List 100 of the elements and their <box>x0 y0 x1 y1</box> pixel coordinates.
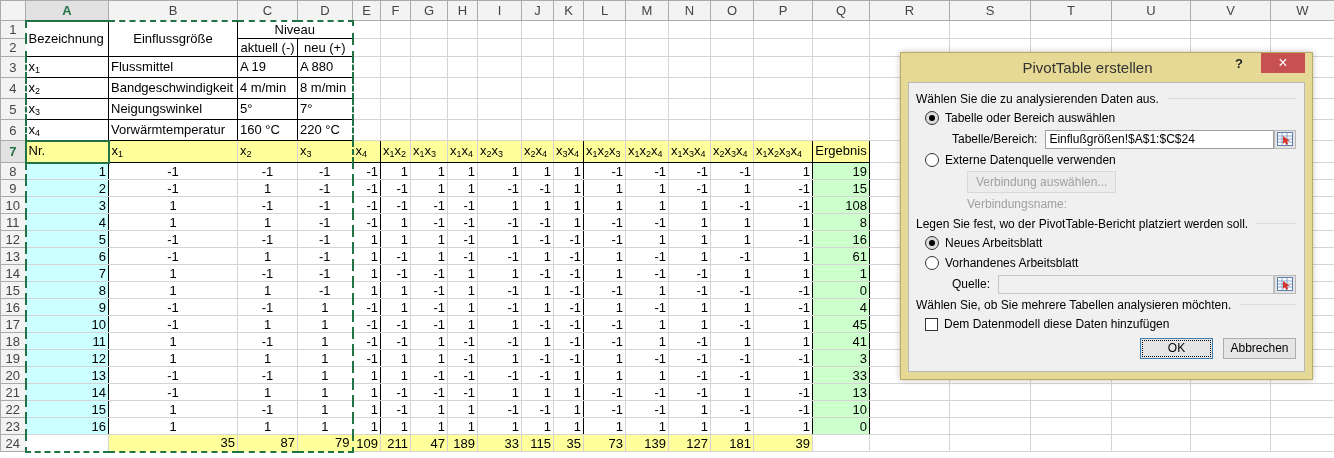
spreadsheet-cell[interactable]: -1 <box>753 230 813 248</box>
spreadsheet-cell[interactable]: -1 <box>410 383 448 401</box>
spreadsheet-cell[interactable]: 1 <box>410 162 448 180</box>
spreadsheet-cell[interactable]: 1 <box>237 417 298 435</box>
spreadsheet-cell[interactable]: 1 <box>521 383 554 401</box>
spreadsheet-cell[interactable]: 1 <box>753 213 813 231</box>
spreadsheet-cell[interactable]: -1 <box>297 196 353 214</box>
spreadsheet-cell[interactable]: -1 <box>410 315 448 333</box>
spreadsheet-cell[interactable]: 1 <box>521 162 554 180</box>
spreadsheet-cell[interactable]: 1 <box>668 315 711 333</box>
spreadsheet-cell[interactable]: -1 <box>410 196 448 214</box>
spreadsheet-cell[interactable]: 1 <box>380 366 411 384</box>
spreadsheet-cell[interactable]: -1 <box>583 332 626 350</box>
spreadsheet-cell[interactable]: 7° <box>297 98 353 120</box>
spreadsheet-cell[interactable]: -1 <box>108 383 238 401</box>
spreadsheet-cell[interactable]: 1 <box>297 332 353 350</box>
spreadsheet-cell[interactable]: A 19 <box>237 56 298 78</box>
spreadsheet-cell[interactable]: 1 <box>583 247 626 265</box>
spreadsheet-cell[interactable]: 1 <box>753 417 813 435</box>
spreadsheet-cell[interactable]: -1 <box>237 366 298 384</box>
spreadsheet-cell[interactable]: 1 <box>108 417 238 435</box>
row-header[interactable]: 6 <box>0 119 26 141</box>
spreadsheet-cell[interactable]: Niveau <box>237 20 353 39</box>
spreadsheet-cell[interactable]: -1 <box>477 400 522 418</box>
spreadsheet-cell[interactable]: -1 <box>583 213 626 231</box>
spreadsheet-cell[interactable]: -1 <box>668 264 711 282</box>
spreadsheet-cell[interactable]: -1 <box>625 264 669 282</box>
spreadsheet-cell[interactable]: 1 <box>447 162 478 180</box>
spreadsheet-cell[interactable]: 1 <box>710 213 754 231</box>
spreadsheet-cell[interactable]: -1 <box>553 298 584 316</box>
spreadsheet-cell[interactable]: x$_{1}$ <box>25 56 109 78</box>
column-header[interactable]: F <box>380 0 411 21</box>
spreadsheet-cell[interactable]: 1 <box>237 315 298 333</box>
spreadsheet-cell[interactable]: -1 <box>108 315 238 333</box>
spreadsheet-cell[interactable]: 1 <box>668 400 711 418</box>
column-header[interactable]: S <box>949 0 1031 21</box>
spreadsheet-cell[interactable]: 1 <box>625 230 669 248</box>
spreadsheet-cell[interactable]: 1 <box>753 247 813 265</box>
spreadsheet-cell[interactable]: -1 <box>410 264 448 282</box>
spreadsheet-cell[interactable]: -1 <box>583 281 626 299</box>
spreadsheet-cell[interactable]: 1 <box>410 332 448 350</box>
spreadsheet-cell[interactable]: 1 <box>297 298 353 316</box>
spreadsheet-cell[interactable]: 1 <box>753 162 813 180</box>
spreadsheet-cell[interactable]: 1 <box>625 417 669 435</box>
spreadsheet-cell[interactable]: -1 <box>553 264 584 282</box>
spreadsheet-cell[interactable]: 1 <box>447 417 478 435</box>
column-header[interactable]: R <box>869 0 950 21</box>
row-header[interactable]: 3 <box>0 56 26 78</box>
spreadsheet-cell[interactable]: -1 <box>108 162 238 180</box>
column-header[interactable]: H <box>447 0 478 21</box>
spreadsheet-cell[interactable]: 1 <box>237 349 298 367</box>
spreadsheet-cell[interactable]: -1 <box>625 383 669 401</box>
spreadsheet-cell[interactable]: 1 <box>553 213 584 231</box>
spreadsheet-cell[interactable]: -1 <box>410 281 448 299</box>
spreadsheet-cell[interactable]: -1 <box>108 298 238 316</box>
spreadsheet-cell[interactable]: -1 <box>583 230 626 248</box>
spreadsheet-cell[interactable]: -1 <box>710 315 754 333</box>
spreadsheet-cell[interactable]: -1 <box>297 281 353 299</box>
column-header[interactable]: C <box>237 0 298 21</box>
row-header[interactable]: 4 <box>0 77 26 99</box>
radio-button[interactable]: Vorhandenes Arbeitsblatt <box>925 253 1079 273</box>
spreadsheet-cell[interactable]: Vorwärmtemperatur <box>108 119 238 141</box>
spreadsheet-cell[interactable]: 1 <box>297 400 353 418</box>
spreadsheet-cell[interactable]: x$_{2}$ <box>25 77 109 99</box>
spreadsheet-cell[interactable]: -1 <box>753 298 813 316</box>
spreadsheet-cell[interactable]: -1 <box>108 247 238 265</box>
spreadsheet-cell[interactable]: -1 <box>668 332 711 350</box>
spreadsheet-cell[interactable]: 1 <box>668 298 711 316</box>
spreadsheet-cell[interactable]: 1 <box>521 298 554 316</box>
column-header[interactable]: O <box>710 0 754 21</box>
spreadsheet-cell[interactable]: -1 <box>668 281 711 299</box>
spreadsheet-cell[interactable]: 1 <box>710 332 754 350</box>
spreadsheet-cell[interactable]: -1 <box>447 213 478 231</box>
spreadsheet-cell[interactable]: 1 <box>352 400 381 418</box>
spreadsheet-cell[interactable]: 1 <box>380 417 411 435</box>
spreadsheet-cell[interactable]: -1 <box>753 400 813 418</box>
spreadsheet-cell[interactable]: 1 <box>553 417 584 435</box>
spreadsheet-cell[interactable]: 4 m/min <box>237 77 298 99</box>
spreadsheet-cell[interactable]: -1 <box>108 230 238 248</box>
spreadsheet-cell[interactable]: -1 <box>553 247 584 265</box>
radio-button[interactable]: Neues Arbeitsblatt <box>925 233 1043 253</box>
spreadsheet-cell[interactable]: -1 <box>753 196 813 214</box>
spreadsheet-cell[interactable]: -1 <box>380 179 411 197</box>
spreadsheet-cell[interactable]: 1 <box>477 417 522 435</box>
spreadsheet-cell[interactable]: 1 <box>297 349 353 367</box>
spreadsheet-cell[interactable]: -1 <box>297 213 353 231</box>
column-header[interactable]: B <box>108 0 238 21</box>
spreadsheet-cell[interactable]: -1 <box>108 179 238 197</box>
spreadsheet-cell[interactable]: 1 <box>380 298 411 316</box>
spreadsheet-cell[interactable]: 1 <box>108 213 238 231</box>
column-header[interactable]: E <box>352 0 381 21</box>
spreadsheet-cell[interactable]: -1 <box>521 264 554 282</box>
spreadsheet-cell[interactable]: -1 <box>521 349 554 367</box>
column-header[interactable]: M <box>625 0 669 21</box>
spreadsheet-cell[interactable]: -1 <box>108 366 238 384</box>
column-header[interactable]: L <box>583 0 626 21</box>
spreadsheet-cell[interactable]: 1 <box>583 196 626 214</box>
spreadsheet-cell[interactable]: -1 <box>553 230 584 248</box>
spreadsheet-cell[interactable]: 1 <box>710 264 754 282</box>
spreadsheet-cell[interactable]: 1 <box>668 230 711 248</box>
